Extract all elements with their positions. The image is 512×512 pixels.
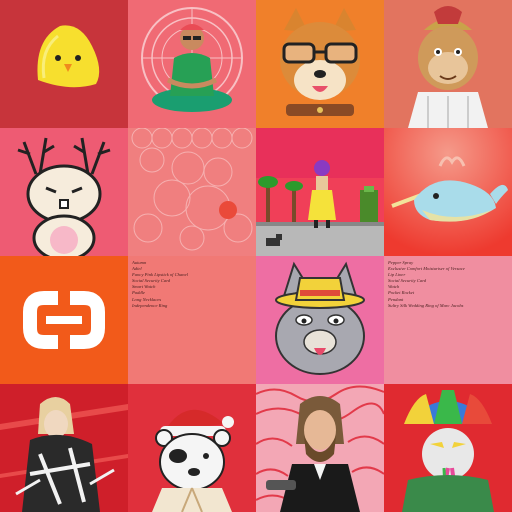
tile-list-left[interactable]: Autumn Adiel Fancy Pink Lipstick of Chan… xyxy=(128,256,256,384)
bunny-image xyxy=(0,128,128,256)
cat-hat-image xyxy=(256,256,384,384)
tile-narwhal[interactable] xyxy=(384,128,512,256)
nft-image-grid: Autumn Adiel Fancy Pink Lipstick of Chan… xyxy=(0,0,512,512)
tile-bunny[interactable] xyxy=(0,128,128,256)
bearded-man-image xyxy=(256,384,384,512)
cc-logo-icon xyxy=(0,256,128,384)
tile-bearded-man[interactable] xyxy=(256,384,384,512)
ape-helmet-image xyxy=(384,0,512,128)
tile-chick[interactable] xyxy=(0,0,128,128)
meditating-man-image xyxy=(128,0,256,128)
tile-ape-helmet[interactable] xyxy=(384,0,512,128)
tile-polar-bear-santa[interactable] xyxy=(128,384,256,512)
narwhal-image xyxy=(384,128,512,256)
list-item: Sultry Silk Wedding Ring of Marc Jacobs xyxy=(388,302,464,308)
tile-shiba-dog[interactable] xyxy=(256,0,384,128)
shiba-dog-image xyxy=(256,0,384,128)
item-list-left: Autumn Adiel Fancy Pink Lipstick of Chan… xyxy=(128,256,256,309)
pixel-street-image xyxy=(256,128,384,256)
seal-umbrella-image xyxy=(384,384,512,512)
item-list-right: Pepper Spray Exclusive Comfort Moisturis… xyxy=(384,256,512,309)
chick-image xyxy=(0,0,128,128)
tile-glitch-figure[interactable] xyxy=(0,384,128,512)
circles-art-image xyxy=(128,128,256,256)
tile-cat-hat[interactable] xyxy=(256,256,384,384)
tile-list-right[interactable]: Pepper Spray Exclusive Comfort Moisturis… xyxy=(384,256,512,384)
tile-circles-art[interactable] xyxy=(128,128,256,256)
polar-bear-santa-image xyxy=(128,384,256,512)
tile-meditating-man[interactable] xyxy=(128,0,256,128)
glitch-figure-image xyxy=(0,384,128,512)
list-item: Independence Ring xyxy=(132,302,168,308)
tile-cc-logo[interactable] xyxy=(0,256,128,384)
tile-pixel-street[interactable] xyxy=(256,128,384,256)
tile-seal-umbrella[interactable] xyxy=(384,384,512,512)
